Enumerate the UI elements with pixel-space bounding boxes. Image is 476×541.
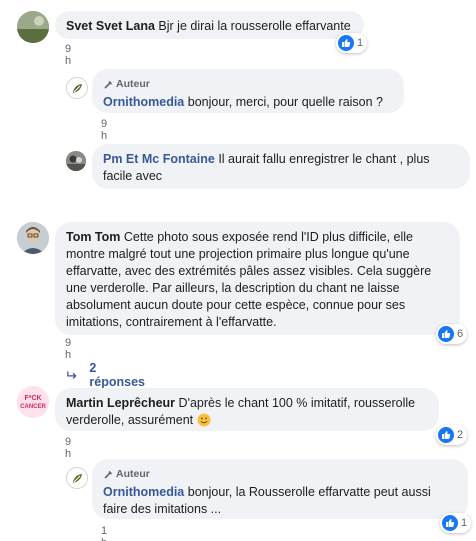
comment-bubble: Auteur Ornithomedia bonjour, merci, pour…	[92, 69, 404, 113]
comment-bubble: Auteur Ornithomedia bonjour, la Roussero…	[92, 459, 468, 519]
like-icon	[438, 326, 454, 342]
reaction-number: 1	[461, 517, 468, 529]
reply-arrow-icon	[67, 371, 77, 379]
comment-author[interactable]: Svet Svet Lana	[66, 19, 155, 33]
comment-author[interactable]: Tom Tom	[66, 230, 120, 244]
comment-bubble: Svet Svet Lana Bjr je dirai la rousserol…	[55, 11, 364, 39]
comment-bubble: Tom Tom Cette photo sous exposée rend l'…	[55, 222, 460, 335]
avatar[interactable]	[17, 11, 49, 43]
svg-text:CANCER: CANCER	[20, 404, 46, 410]
author-badge: Auteur	[103, 466, 457, 483]
leaf-logo-icon	[68, 469, 87, 488]
badge-icon	[104, 80, 113, 89]
comment-author[interactable]: Ornithomedia	[103, 95, 184, 109]
comment-bubble: Martin Leprêcheur D'après le chant 100 %…	[55, 388, 439, 431]
comment-time[interactable]: 9 h	[101, 118, 107, 142]
comment-time[interactable]: 9 h	[65, 43, 71, 67]
page-avatar[interactable]	[66, 467, 88, 489]
view-replies-link[interactable]: 2 réponses	[67, 361, 147, 389]
reaction-number: 1	[357, 37, 364, 49]
comment-author[interactable]: Pm Et Mc Fontaine	[103, 152, 215, 166]
avatar[interactable]: F*CK CANCER	[17, 386, 49, 418]
avatar[interactable]	[17, 222, 49, 254]
comment-time[interactable]: 9 h	[65, 337, 71, 361]
leaf-logo-icon	[68, 79, 87, 98]
reaction-count[interactable]: 1	[336, 33, 368, 53]
page-avatar[interactable]	[66, 77, 88, 99]
svg-text:F*CK: F*CK	[24, 395, 41, 402]
reaction-number: 2	[457, 429, 464, 441]
badge-label: Auteur	[116, 78, 150, 90]
replies-label: 2 réponses	[89, 361, 145, 389]
badge-icon	[104, 470, 113, 479]
like-icon	[338, 35, 354, 51]
reaction-count[interactable]: 2	[436, 425, 468, 445]
comment-time[interactable]: 1 h	[101, 525, 107, 541]
like-icon	[438, 427, 454, 443]
comment-time[interactable]: 9 h	[65, 436, 71, 460]
comment-author[interactable]: Martin Leprêcheur	[66, 396, 175, 410]
avatar[interactable]	[66, 151, 86, 171]
reaction-count[interactable]: 6	[436, 324, 468, 344]
reaction-count[interactable]: 1	[440, 513, 472, 533]
author-badge: Auteur	[103, 76, 393, 93]
comment-text: Cette photo sous exposée rend l'ID plus …	[66, 230, 432, 329]
comment-text: Bjr je dirai la rousserolle effarvante	[158, 19, 351, 33]
like-icon	[442, 515, 458, 531]
comment-bubble: Pm Et Mc Fontaine Il aurait fallu enregi…	[92, 144, 470, 189]
badge-label: Auteur	[116, 468, 150, 480]
emoji-smile-icon	[197, 413, 211, 432]
comment-text: bonjour, merci, pour quelle raison ?	[187, 95, 384, 109]
comment-author[interactable]: Ornithomedia	[103, 485, 184, 499]
reaction-number: 6	[457, 328, 464, 340]
